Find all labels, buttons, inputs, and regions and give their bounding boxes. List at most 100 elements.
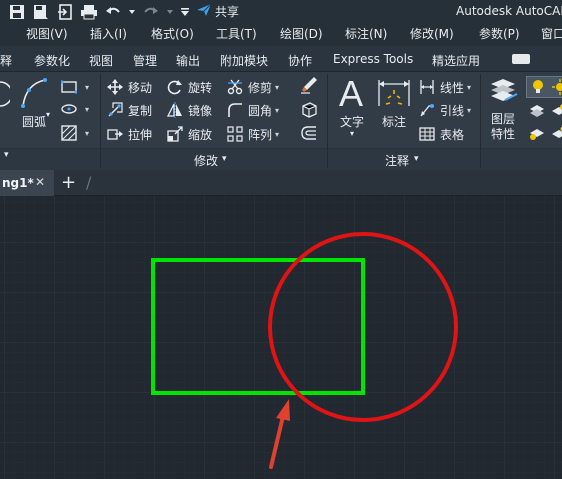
annotation-panel-expander-icon[interactable]: ▾ [414, 154, 419, 164]
erase-button[interactable] [300, 76, 322, 94]
modify-panel-label[interactable]: 修改 [194, 152, 218, 169]
document-tab[interactable]: ng1* ✕ [0, 170, 54, 196]
trim-button[interactable]: 修剪 ▾ [226, 78, 279, 96]
arc-tool[interactable] [20, 76, 48, 113]
tab-view[interactable]: 视图 [89, 52, 113, 69]
title-bar: 共享 Autodesk AutoCAD 视图(V) 插入(I) 格式(O) 工具… [0, 0, 562, 46]
ellipse-icon [60, 100, 78, 118]
layer-tool-row-2[interactable] [528, 124, 562, 142]
new-tab-icon[interactable]: + [61, 172, 76, 193]
array-dropdown-icon[interactable]: ▾ [275, 130, 279, 139]
ribbon-tabs: 释 参数化 视图 管理 输出 附加模块 协作 Express Tools 精选应… [0, 46, 562, 72]
share-button[interactable]: 共享 [196, 3, 239, 20]
ribbon-separator [100, 74, 101, 168]
menu-tools[interactable]: 工具(T) [216, 25, 257, 42]
annotation-panel-label[interactable]: 注释 [385, 152, 409, 169]
drawing-canvas[interactable] [0, 196, 562, 479]
layer-properties-button[interactable] [485, 76, 521, 111]
offset-button[interactable] [300, 124, 322, 142]
rectangle-icon [60, 78, 78, 96]
import-icon[interactable] [56, 3, 74, 21]
dimension-icon [378, 80, 410, 106]
menu-window[interactable]: 窗口 [541, 25, 562, 42]
save-icon[interactable] [8, 3, 26, 21]
text-tool[interactable]: A [334, 73, 370, 115]
dimension-tool[interactable] [376, 76, 412, 113]
ribbon-minimize-toggle[interactable] [512, 54, 530, 64]
share-label: 共享 [215, 5, 240, 19]
layer-off-icon [528, 124, 546, 142]
tab-output[interactable]: 输出 [176, 52, 200, 69]
trim-dropdown-icon[interactable]: ▾ [275, 83, 279, 92]
linear-dropdown-icon[interactable]: ▾ [467, 83, 471, 92]
copy-button[interactable]: 复制 [106, 101, 152, 119]
array-label: 阵列 [248, 127, 273, 142]
sun-icon [551, 78, 562, 96]
linear-dimension-button[interactable]: 线性 ▾ [418, 78, 471, 96]
tab-addins[interactable]: 附加模块 [220, 52, 268, 69]
fillet-dropdown-icon[interactable]: ▾ [275, 106, 279, 115]
stretch-button[interactable]: 拉伸 [106, 125, 152, 143]
rotate-label: 旋转 [188, 80, 213, 95]
redo-dropdown-icon[interactable] [166, 3, 174, 21]
layer-dropdown[interactable] [526, 76, 562, 98]
move-button[interactable]: 移动 [106, 78, 152, 96]
copy-icon [106, 101, 124, 119]
menu-modify[interactable]: 修改(M) [410, 25, 454, 42]
hatch-tool[interactable]: ▾ [60, 124, 89, 142]
tab-collaborate[interactable]: 协作 [288, 52, 312, 69]
arc-label: 圆弧 [21, 115, 46, 129]
menu-view[interactable]: 视图(V) [26, 25, 68, 42]
redo-icon[interactable] [142, 3, 160, 21]
mirror-button[interactable]: 镜像 [166, 101, 212, 119]
menu-insert[interactable]: 插入(I) [90, 25, 127, 42]
array-button[interactable]: 阵列 ▾ [226, 125, 279, 143]
menu-dimension[interactable]: 标注(N) [345, 25, 387, 42]
close-tab-icon[interactable]: ✕ [35, 175, 45, 189]
arc-dropdown-icon[interactable]: ▾ [46, 110, 50, 119]
copy-label: 复制 [128, 103, 153, 118]
drawing-svg [0, 196, 562, 479]
text-icon: A [339, 73, 363, 114]
layer-properties-icon [491, 79, 518, 101]
circle-tool[interactable] [0, 80, 10, 108]
explode-button[interactable] [300, 100, 322, 118]
share-icon [196, 3, 212, 20]
tab-featured-apps[interactable]: 精选应用 [432, 52, 480, 69]
svg-text:A: A [339, 74, 363, 112]
rotate-icon [166, 78, 184, 96]
move-icon [106, 78, 124, 96]
layer-properties-line2: 特性 [490, 127, 515, 141]
rotate-button[interactable]: 旋转 [166, 78, 212, 96]
undo-icon[interactable] [104, 3, 122, 21]
move-label: 移动 [128, 80, 153, 95]
layer-tool-row-1[interactable] [528, 101, 562, 119]
tab-express-tools[interactable]: Express Tools [333, 52, 413, 66]
tab-manage[interactable]: 管理 [133, 52, 157, 69]
tab-annotate[interactable]: 释 [0, 52, 12, 69]
ellipse-tool[interactable]: ▾ [60, 100, 89, 118]
undo-dropdown-icon[interactable] [128, 3, 136, 21]
fillet-button[interactable]: 圆角 ▾ [226, 101, 279, 119]
leader-dropdown-icon[interactable]: ▾ [467, 106, 471, 115]
menu-format[interactable]: 格式(O) [151, 25, 194, 42]
rectangle-tool[interactable]: ▾ [60, 78, 89, 96]
table-button[interactable]: 表格 [418, 125, 464, 143]
linear-dimension-icon [418, 78, 436, 96]
tab-parametric[interactable]: 参数化 [34, 52, 70, 69]
erase-icon [300, 76, 318, 94]
customize-icon[interactable] [180, 3, 190, 21]
text-dropdown-icon[interactable]: ▾ [346, 129, 358, 138]
draw-panel-expander-icon[interactable]: ▾ [4, 150, 9, 160]
dimension-label: 标注 [381, 115, 406, 129]
menu-parametric[interactable]: 参数(P) [479, 25, 520, 42]
scale-button[interactable]: 缩放 [166, 125, 212, 143]
print-icon[interactable] [80, 3, 98, 21]
save-as-icon[interactable] [32, 3, 50, 21]
leader-button[interactable]: 引线 ▾ [418, 101, 471, 119]
menu-draw[interactable]: 绘图(D) [280, 25, 323, 42]
lightbulb-icon [529, 78, 547, 96]
modify-panel-expander-icon[interactable]: ▾ [222, 154, 227, 164]
mirror-label: 镜像 [188, 103, 213, 118]
tab-divider: / [86, 173, 92, 192]
